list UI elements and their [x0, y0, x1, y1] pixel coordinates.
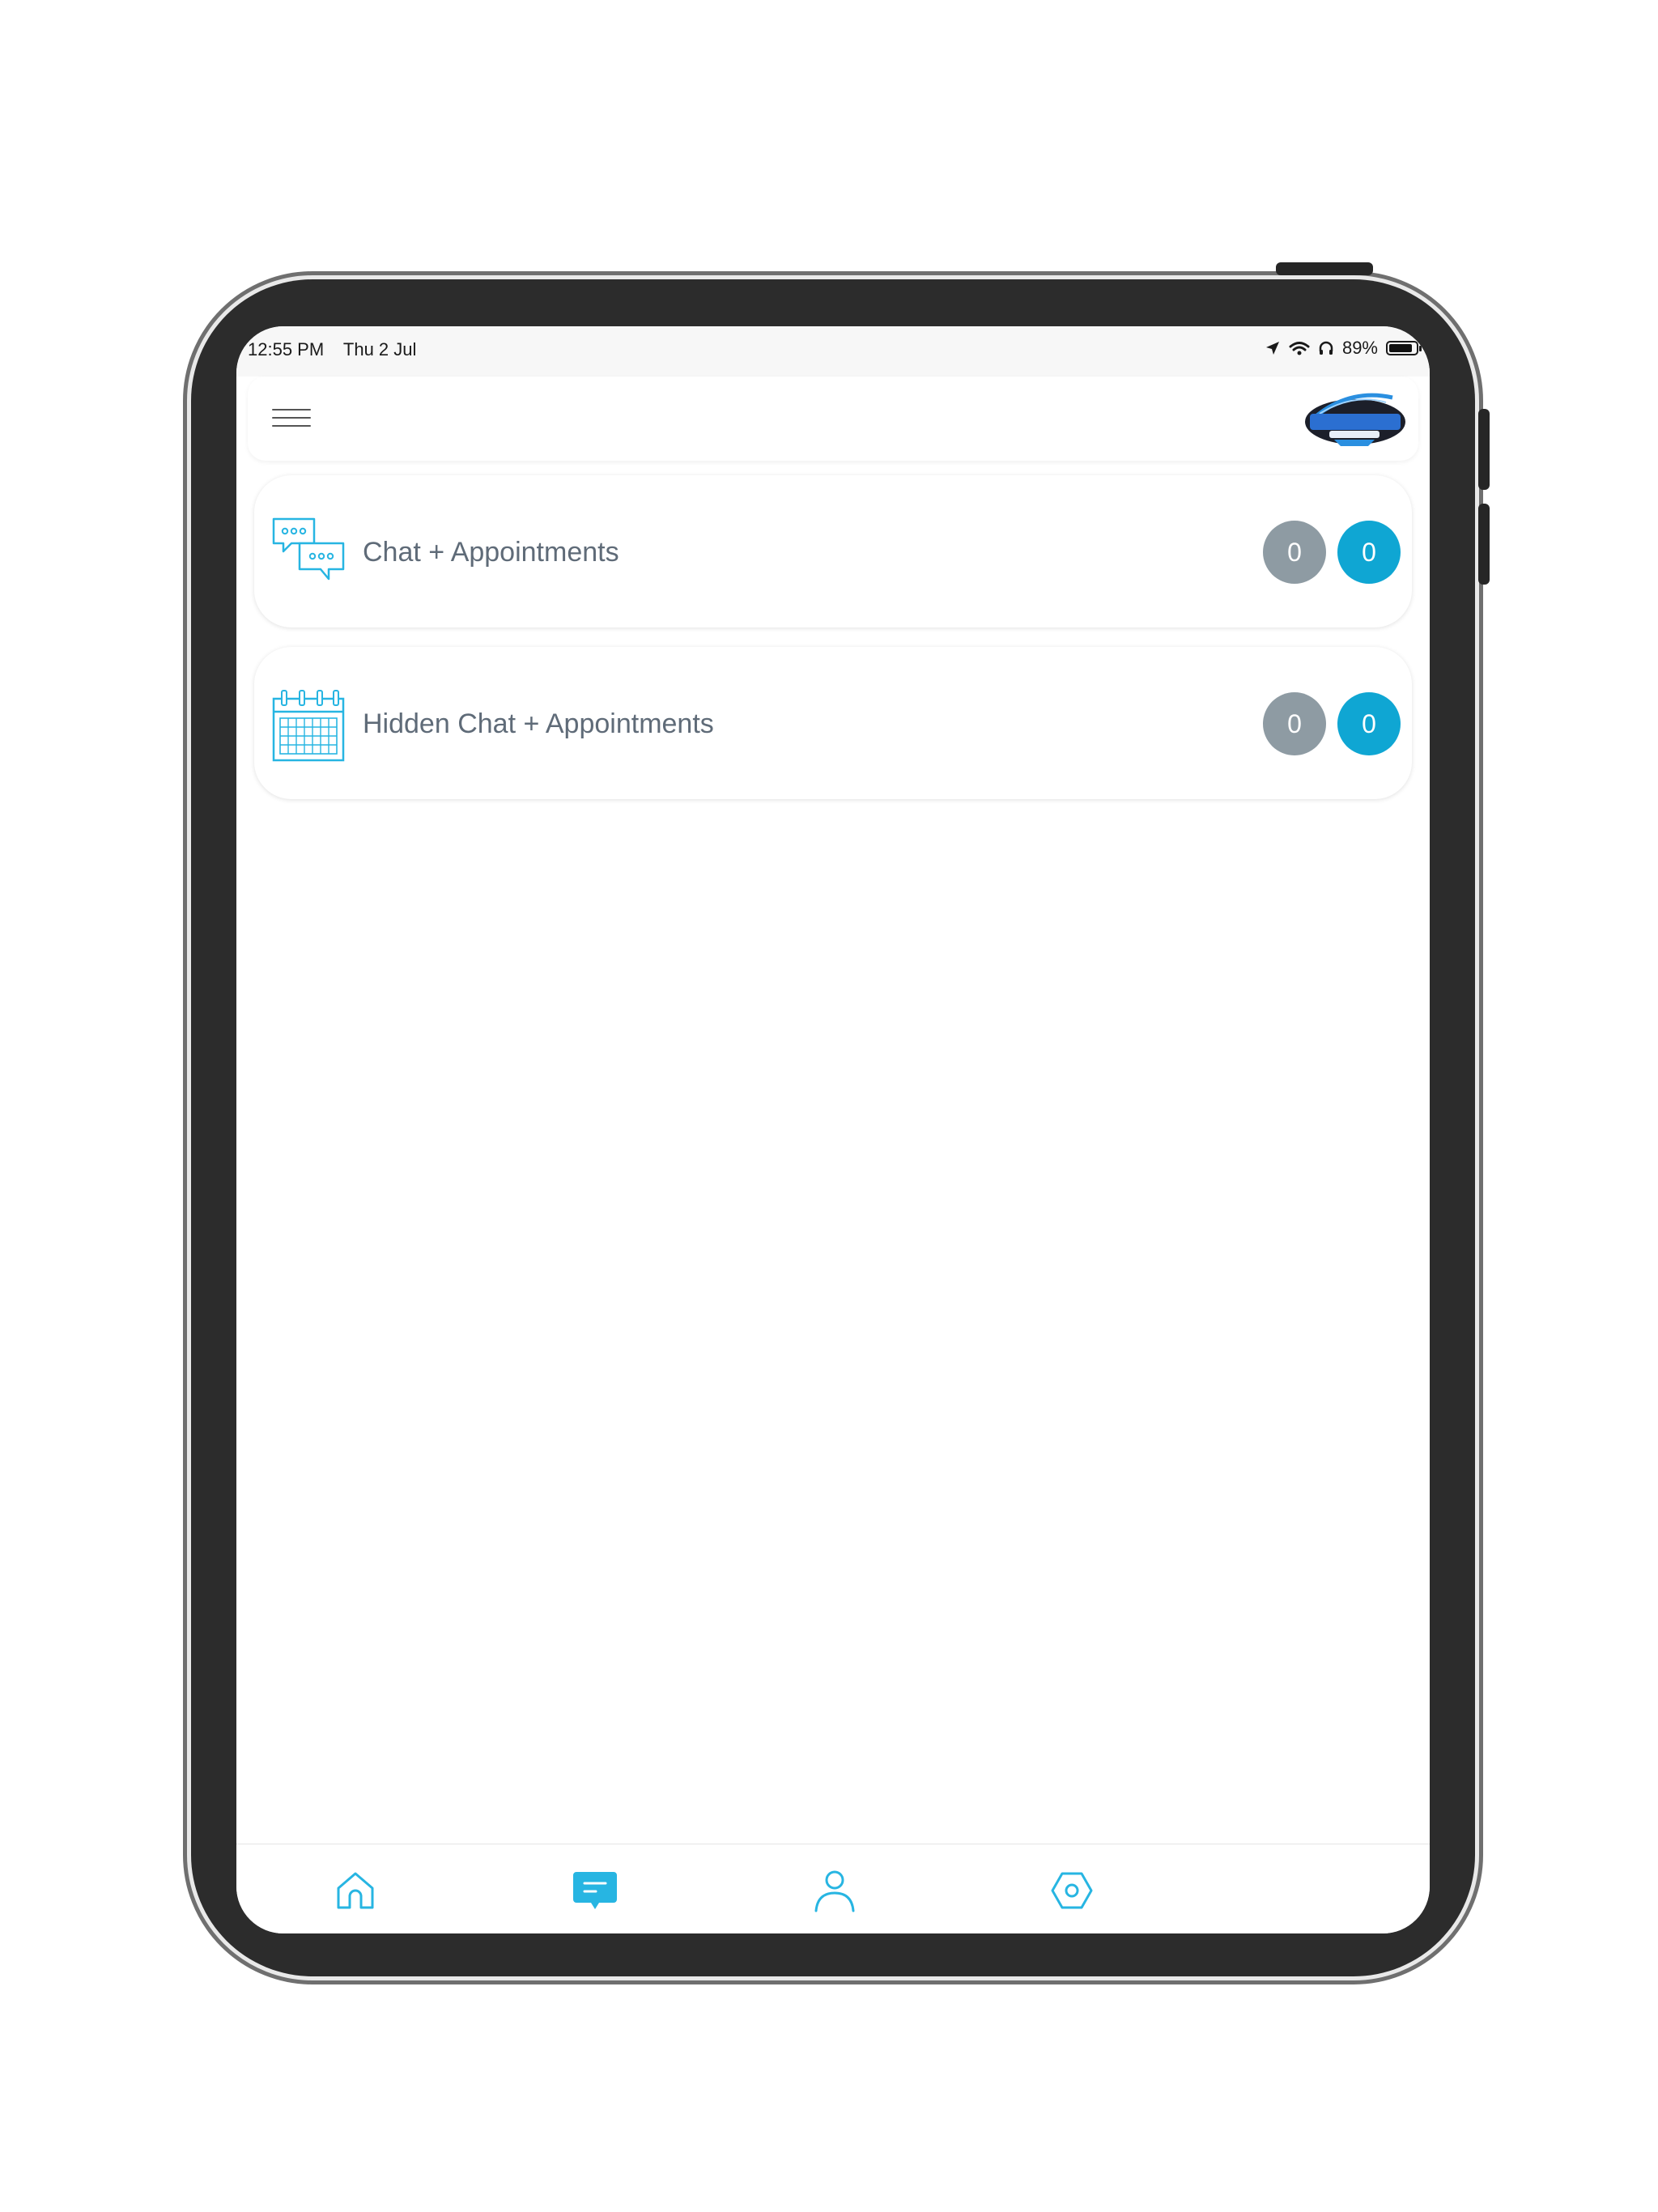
settings-icon[interactable]: [1048, 1867, 1095, 1914]
status-time: 12:55 PM: [248, 339, 325, 359]
count-badge-grey: 0: [1263, 692, 1326, 755]
count-badges: 0 0: [1263, 692, 1401, 755]
page: 12:55 PM Thu 2 Jul 89% Chat + Appointmen…: [0, 0, 1658, 2212]
power-button: [1276, 262, 1373, 275]
menu-line: [272, 425, 311, 427]
profile-icon[interactable]: [811, 1867, 858, 1914]
list-item-chat-appointments[interactable]: Chat + Appointments 0 0: [254, 475, 1412, 627]
clearway-automotive-logo: [1305, 393, 1405, 446]
hamburger-menu-icon[interactable]: [272, 409, 311, 430]
list-item-hidden-chat-appointments[interactable]: Hidden Chat + Appointments 0 0: [254, 647, 1412, 799]
status-date: Thu 2 Jul: [342, 339, 417, 359]
bottom-tab-bar: [236, 1844, 1430, 1933]
count-badge-blue: 0: [1337, 692, 1401, 755]
volume-down-button: [1478, 504, 1490, 585]
calendar-icon: [272, 690, 345, 762]
chat-bubbles-icon: [272, 517, 345, 581]
status-bar: 12:55 PM Thu 2 Jul 89%: [236, 326, 1430, 376]
count-badge-grey: 0: [1263, 521, 1326, 584]
menu-line: [272, 417, 311, 419]
app-header: [248, 376, 1418, 461]
count-badge-blue: 0: [1337, 521, 1401, 584]
volume-up-button: [1478, 409, 1490, 490]
list-item-label: Chat + Appointments: [363, 537, 619, 568]
chat-icon[interactable]: [572, 1867, 619, 1914]
count-badges: 0 0: [1263, 521, 1401, 584]
battery-icon: [1386, 341, 1422, 355]
menu-line: [272, 409, 311, 410]
battery-percent: 89%: [1341, 338, 1378, 358]
wifi-icon: [1289, 342, 1310, 355]
chat-category-list: Chat + Appointments 0 0 Hidden Chat + Ap…: [254, 475, 1412, 819]
battery-fill: [1389, 344, 1413, 352]
home-icon[interactable]: [332, 1867, 379, 1914]
screen: 12:55 PM Thu 2 Jul 89% Chat + Appointmen…: [236, 326, 1430, 1933]
headphones-icon: [1319, 341, 1333, 355]
location-arrow-icon: [1265, 342, 1279, 355]
list-item-label: Hidden Chat + Appointments: [363, 708, 714, 739]
battery-tip: [1419, 346, 1422, 351]
